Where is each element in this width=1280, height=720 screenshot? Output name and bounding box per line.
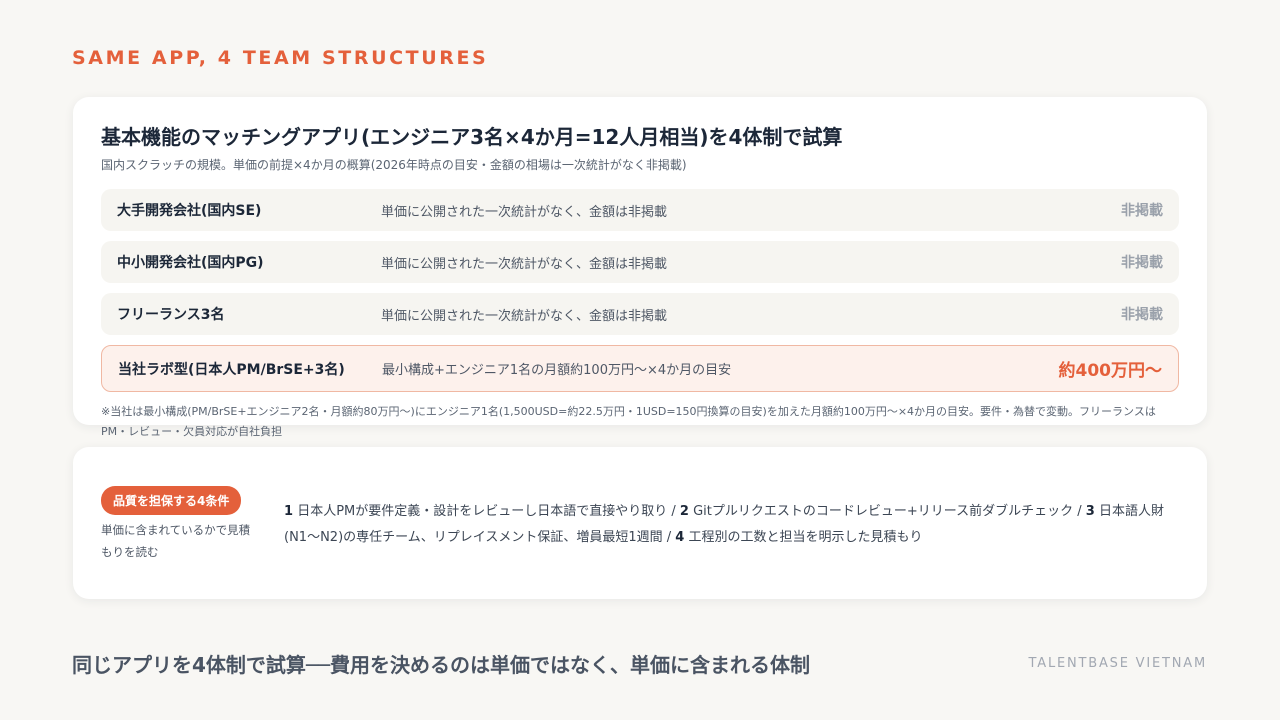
brand-name: TALENTBASE VIETNAM: [1028, 656, 1207, 671]
row-value: 非掲載: [1121, 203, 1163, 219]
row-description: 単価に公開された一次統計がなく、金額は非掲載: [381, 204, 668, 220]
condition-number: 1: [284, 504, 294, 519]
row-description: 最小構成+エンジニア1名の月額約100万円〜×4か月の目安: [382, 363, 732, 378]
comparison-row-freelance: フリーランス3名 単価に公開された一次統計がなく、金額は非掲載 非掲載: [101, 293, 1179, 335]
row-value: 非掲載: [1121, 307, 1163, 323]
condition-separator: /: [662, 530, 676, 545]
comparison-card: 基本機能のマッチングアプリ(エンジニア3名×4か月=12人月相当)を4体制で試算…: [73, 97, 1207, 438]
condition-number: 2: [679, 504, 689, 519]
comparison-row-lab-model: 当社ラボ型(日本人PM/BrSE+3名) 最小構成+エンジニア1名の月額約100…: [101, 345, 1179, 392]
bottom-title: 同じアプリを4体制で試算──費用を決めるのは単価ではなく、単価に含まれる体制: [72, 653, 810, 677]
quality-badge: 品質を担保する4条件: [101, 486, 242, 515]
card-title: 基本機能のマッチングアプリ(エンジニア3名×4か月=12人月相当)を4体制で試算: [101, 125, 843, 149]
condition-text: 工程別の工数と担当を明示した見積もり: [688, 530, 923, 545]
section-eyebrow: SAME APP, 4 TEAM STRUCTURES: [72, 47, 489, 69]
condition-separator: /: [1073, 504, 1086, 519]
condition-number: 4: [675, 530, 685, 545]
comparison-rows: 大手開発会社(国内SE) 単価に公開された一次統計がなく、金額は非掲載 非掲載 …: [101, 189, 1179, 392]
condition-separator: /: [667, 504, 680, 519]
quality-note: 単価に含まれているかで見積もりを読む: [101, 523, 251, 559]
quality-card: 品質を担保する4条件 単価に含まれているかで見積もりを読む 1 日本人PMが要件…: [73, 447, 1207, 599]
row-name: 中小開発会社(国内PG): [117, 255, 264, 271]
row-value-highlight: 約400万円〜: [1058, 361, 1163, 381]
footnote: ※当社は最小構成(PM/BrSE+エンジニア2名・月額約80万円〜)にエンジニア…: [101, 405, 1156, 438]
quality-conditions: 1 日本人PMが要件定義・設計をレビューし日本語で直接やり取り / 2 Gitプ…: [284, 499, 1179, 551]
comparison-row-small-company: 中小開発会社(国内PG) 単価に公開された一次統計がなく、金額は非掲載 非掲載: [101, 241, 1179, 283]
row-name: フリーランス3名: [117, 307, 225, 323]
row-description: 単価に公開された一次統計がなく、金額は非掲載: [381, 308, 668, 324]
condition-text: 日本人PMが要件定義・設計をレビューし日本語で直接やり取り: [297, 504, 668, 519]
card-subtitle: 国内スクラッチの規模。単価の前提×4か月の概算(2026年時点の目安・金額の相場…: [101, 158, 687, 172]
row-name: 当社ラボ型(日本人PM/BrSE+3名): [118, 361, 345, 378]
condition-number: 3: [1085, 504, 1095, 519]
condition-text: Gitプルリクエストのコードレビュー+リリース前ダブルチェック: [693, 504, 1074, 519]
row-description: 単価に公開された一次統計がなく、金額は非掲載: [381, 256, 668, 272]
row-value: 非掲載: [1121, 255, 1163, 271]
row-name: 大手開発会社(国内SE): [117, 203, 262, 219]
comparison-row-large-company: 大手開発会社(国内SE) 単価に公開された一次統計がなく、金額は非掲載 非掲載: [101, 189, 1179, 231]
